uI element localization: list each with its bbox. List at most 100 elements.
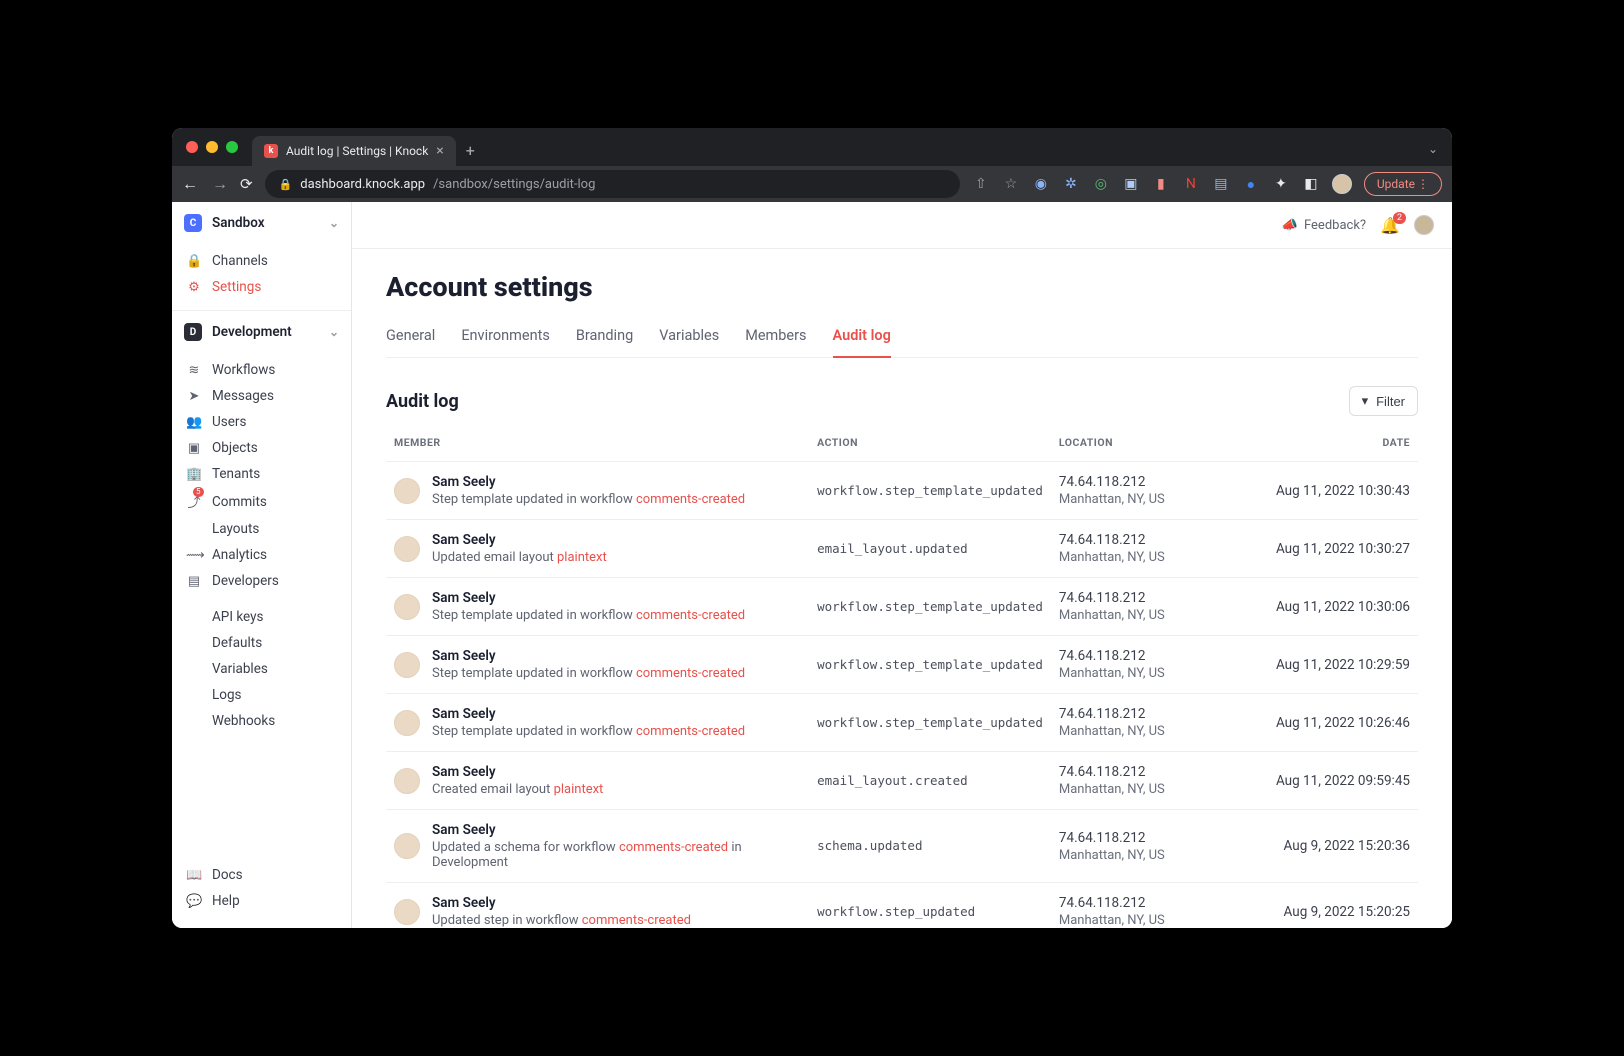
sidebar-subitem-logs[interactable]: Logs xyxy=(212,682,351,708)
forward-button[interactable]: → xyxy=(212,174,228,194)
entity-link[interactable]: plaintext xyxy=(557,550,607,565)
tab-branding[interactable]: Branding xyxy=(576,317,633,357)
sidebar-item-developers[interactable]: ▤ Developers xyxy=(172,568,351,594)
col-location: LOCATION xyxy=(1051,424,1237,462)
share-icon[interactable]: ⇧ xyxy=(972,175,990,193)
sidebar-subitem-api-keys[interactable]: API keys xyxy=(212,604,351,630)
member-description: Updated email layout plaintext xyxy=(432,550,607,565)
url-host: dashboard.knock.app xyxy=(300,177,425,192)
extensions-icon[interactable]: ✦ xyxy=(1272,175,1290,193)
settings-tabs: General Environments Branding Variables Memb… xyxy=(386,317,1418,358)
entity-link[interactable]: comments-created xyxy=(582,913,691,928)
member-avatar-icon xyxy=(394,833,420,859)
environment-switcher[interactable]: D Development ⌄ xyxy=(172,311,351,353)
table-row[interactable]: Sam Seely Step template updated in workf… xyxy=(386,694,1418,752)
sidebar-item-objects[interactable]: ▣Objects xyxy=(172,435,351,461)
close-tab-icon[interactable]: × xyxy=(436,143,443,159)
sidebar-item-label: Workflows xyxy=(212,362,275,378)
location-city: Manhattan, NY, US xyxy=(1059,608,1229,623)
tab-title: Audit log | Settings | Knock xyxy=(286,144,428,158)
settings-icon: ⚙ xyxy=(186,280,202,295)
location-ip: 74.64.118.212 xyxy=(1059,830,1229,846)
sidebar-item-label: Developers xyxy=(212,573,279,589)
member-avatar-icon xyxy=(394,710,420,736)
users-icon: 👥 xyxy=(186,415,202,430)
table-row[interactable]: Sam Seely Step template updated in workf… xyxy=(386,636,1418,694)
table-row[interactable]: Sam Seely Created email layout plaintext… xyxy=(386,752,1418,810)
ext-icon-4[interactable]: ▣ xyxy=(1122,175,1140,193)
ext-icon-2[interactable]: ✲ xyxy=(1062,175,1080,193)
member-avatar-icon xyxy=(394,594,420,620)
sidebar-item-help[interactable]: 💬Help xyxy=(172,888,351,914)
ext-icon-1[interactable]: ◉ xyxy=(1032,175,1050,193)
ext-icon-6[interactable]: N xyxy=(1182,175,1200,193)
browser-tab[interactable]: k Audit log | Settings | Knock × xyxy=(252,136,456,166)
sidebar-subitem-defaults[interactable]: Defaults xyxy=(212,630,351,656)
minimize-window-icon[interactable] xyxy=(206,141,218,153)
event-date: Aug 11, 2022 10:29:59 xyxy=(1237,636,1418,694)
entity-link[interactable]: comments-created xyxy=(636,666,745,681)
feedback-button[interactable]: 📣 Feedback? xyxy=(1282,218,1366,233)
sidebar-item-label: Channels xyxy=(212,253,268,269)
environment-name: Development xyxy=(212,324,292,340)
location-ip: 74.64.118.212 xyxy=(1059,895,1229,911)
sidebar-item-tenants[interactable]: 🏢Tenants xyxy=(172,461,351,487)
profile-avatar-icon[interactable] xyxy=(1332,174,1352,194)
developers-icon: ▤ xyxy=(186,574,202,589)
tab-variables[interactable]: Variables xyxy=(659,317,719,357)
entity-link[interactable]: comments-created xyxy=(619,840,728,855)
table-row[interactable]: Sam Seely Updated a schema for workflow … xyxy=(386,810,1418,883)
sidebar-item-messages[interactable]: ➤Messages xyxy=(172,383,351,409)
location-city: Manhattan, NY, US xyxy=(1059,492,1229,507)
entity-link[interactable]: plaintext xyxy=(554,782,604,797)
entity-link[interactable]: comments-created xyxy=(636,608,745,623)
reload-button[interactable]: ⟳ xyxy=(240,175,253,193)
sidebar-item-layouts[interactable]: Layouts xyxy=(172,516,351,542)
filter-button[interactable]: ▾ Filter xyxy=(1349,386,1418,416)
table-row[interactable]: Sam Seely Updated step in workflow comme… xyxy=(386,883,1418,929)
sidebar-item-settings[interactable]: ⚙Settings xyxy=(172,274,351,300)
browser-update-button[interactable]: Update ⋮ xyxy=(1364,172,1442,196)
sidebar-subitem-webhooks[interactable]: Webhooks xyxy=(212,708,351,734)
side-panel-icon[interactable]: ◧ xyxy=(1302,175,1320,193)
tab-environments[interactable]: Environments xyxy=(461,317,550,357)
ext-icon-5[interactable]: ▮ xyxy=(1152,175,1170,193)
sidebar-item-label: Users xyxy=(212,414,246,430)
sidebar-item-label: Tenants xyxy=(212,466,260,482)
workspace-switcher[interactable]: C Sandbox ⌄ xyxy=(172,202,351,244)
col-member: MEMBER xyxy=(386,424,809,462)
action-code: workflow.step_template_updated xyxy=(817,599,1043,614)
sidebar-item-docs[interactable]: 📖Docs xyxy=(172,862,351,888)
ext-icon-8[interactable]: ● xyxy=(1242,175,1260,193)
sidebar-item-workflows[interactable]: ≋ Workflows xyxy=(172,357,351,383)
sidebar-item-users[interactable]: 👥 Users xyxy=(172,409,351,435)
new-tab-button[interactable]: + xyxy=(466,141,475,160)
address-bar[interactable]: 🔒 dashboard.knock.app/sandbox/settings/a… xyxy=(265,170,960,198)
table-row[interactable]: Sam Seely Updated email layout plaintext… xyxy=(386,520,1418,578)
maximize-window-icon[interactable] xyxy=(226,141,238,153)
notifications-button[interactable]: 🔔2 xyxy=(1380,216,1400,235)
ext-icon-3[interactable]: ◎ xyxy=(1092,175,1110,193)
tabs-dropdown-icon[interactable]: ⌄ xyxy=(1428,142,1438,156)
sidebar-item-commits[interactable]: ⤴Commits xyxy=(172,487,351,516)
sidebar-subitem-variables[interactable]: Variables xyxy=(212,656,351,682)
workflows-icon: ≋ xyxy=(186,363,202,378)
action-code: email_layout.created xyxy=(817,773,968,788)
sidebar-item-channels[interactable]: 🔒Channels xyxy=(172,248,351,274)
entity-link[interactable]: comments-created xyxy=(636,492,745,507)
user-avatar-icon[interactable] xyxy=(1414,215,1434,235)
tab-members[interactable]: Members xyxy=(745,317,806,357)
tab-general[interactable]: General xyxy=(386,317,435,357)
back-button[interactable]: ← xyxy=(182,174,198,194)
close-window-icon[interactable] xyxy=(186,141,198,153)
sidebar-item-analytics[interactable]: ⟿Analytics xyxy=(172,542,351,568)
star-icon[interactable]: ☆ xyxy=(1002,175,1020,193)
sidebar-item-label: Layouts xyxy=(212,521,259,537)
table-row[interactable]: Sam Seely Step template updated in workf… xyxy=(386,578,1418,636)
ext-icon-7[interactable]: ▤ xyxy=(1212,175,1230,193)
location-ip: 74.64.118.212 xyxy=(1059,474,1229,490)
table-row[interactable]: Sam Seely Step template updated in workf… xyxy=(386,462,1418,520)
audit-log-table: MEMBER ACTION LOCATION DATE Sam Seely St… xyxy=(386,424,1418,928)
entity-link[interactable]: comments-created xyxy=(636,724,745,739)
tab-audit-log[interactable]: Audit log xyxy=(833,317,891,358)
